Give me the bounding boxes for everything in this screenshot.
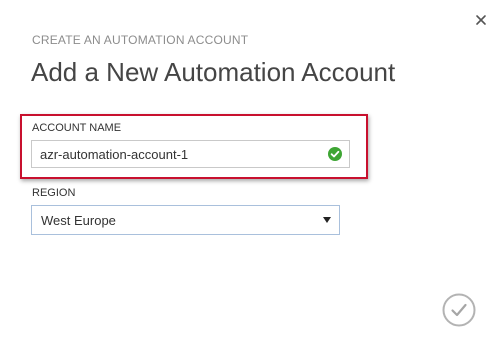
close-button[interactable]	[474, 13, 488, 27]
region-selected-value: West Europe	[41, 213, 116, 228]
dropdown-arrow-icon	[323, 217, 331, 223]
close-icon	[476, 15, 486, 25]
region-label: REGION	[32, 187, 76, 199]
account-name-input[interactable]: azr-automation-account-1	[31, 140, 350, 168]
confirm-button[interactable]	[442, 293, 476, 327]
valid-check-icon	[328, 147, 342, 161]
dialog-title: Add a New Automation Account	[31, 57, 396, 87]
region-select[interactable]: West Europe	[31, 205, 340, 235]
checkmark-circle-icon	[442, 293, 476, 327]
account-name-value: azr-automation-account-1	[40, 147, 189, 162]
dialog-subtitle: CREATE AN AUTOMATION ACCOUNT	[32, 33, 249, 47]
account-name-label: ACCOUNT NAME	[32, 122, 122, 134]
